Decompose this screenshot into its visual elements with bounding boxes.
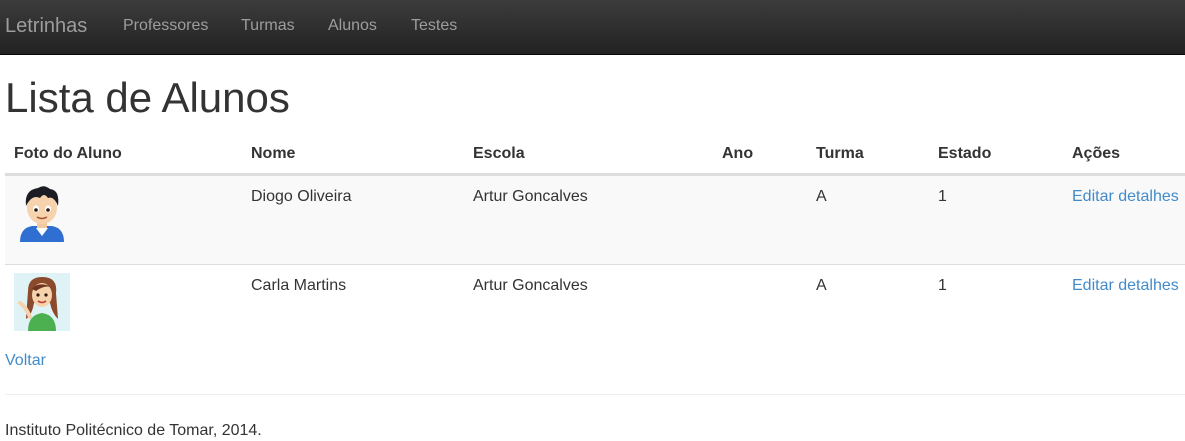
brand-link[interactable]: Letrinhas <box>5 15 87 38</box>
navbar: Letrinhas Professores Turmas Alunos Test… <box>0 0 1185 55</box>
footer-text: Instituto Politécnico de Tomar, 2014. <box>5 422 262 439</box>
footer-divider <box>5 394 1185 395</box>
header-turma: Turma <box>807 136 929 176</box>
boy-avatar-icon <box>20 185 64 242</box>
table-header-row: Foto do Aluno Nome Escola Ano Turma Esta… <box>5 136 1185 176</box>
ano-cell <box>713 264 807 353</box>
photo-cell <box>5 174 242 265</box>
header-acoes: Ações <box>1063 136 1185 176</box>
estado-cell: 1 <box>938 276 947 294</box>
table-row: Carla Martins Artur Goncalves A 1 Editar… <box>5 264 1185 353</box>
page-title: Lista de Alunos <box>5 74 290 121</box>
estado-cell: 1 <box>929 174 1063 265</box>
girl-avatar-icon <box>14 272 70 331</box>
edit-details-link[interactable]: Editar detalhes <box>1072 277 1179 294</box>
header-foto: Foto do Aluno <box>5 136 242 176</box>
table-row: Diogo Oliveira Artur Goncalves A 1 Edita… <box>5 174 1185 265</box>
ano-cell <box>713 174 807 265</box>
header-nome: Nome <box>242 136 464 176</box>
escola-cell: Artur Goncalves <box>464 174 713 265</box>
header-escola: Escola <box>464 136 713 176</box>
escola-cell: Artur Goncalves <box>473 276 588 294</box>
turma-cell: A <box>807 174 929 265</box>
turma-cell: A <box>816 276 827 294</box>
students-table: Foto do Aluno Nome Escola Ano Turma Esta… <box>5 136 1185 353</box>
acoes-cell: Editar detalhes <box>1063 264 1185 353</box>
nome-cell: Diogo Oliveira <box>242 174 464 265</box>
header-estado: Estado <box>929 136 1063 176</box>
nome-cell: Carla Martins <box>251 276 347 294</box>
header-ano: Ano <box>713 136 807 176</box>
nav-link-professores[interactable]: Professores <box>123 17 208 35</box>
nav-link-testes[interactable]: Testes <box>411 17 457 35</box>
back-link[interactable]: Voltar <box>5 352 46 370</box>
photo-cell <box>5 264 242 353</box>
nav-link-alunos[interactable]: Alunos <box>328 17 377 35</box>
acoes-cell: Editar detalhes <box>1063 174 1185 265</box>
nav-link-turmas[interactable]: Turmas <box>241 17 295 35</box>
edit-details-link[interactable]: Editar detalhes <box>1072 188 1179 205</box>
